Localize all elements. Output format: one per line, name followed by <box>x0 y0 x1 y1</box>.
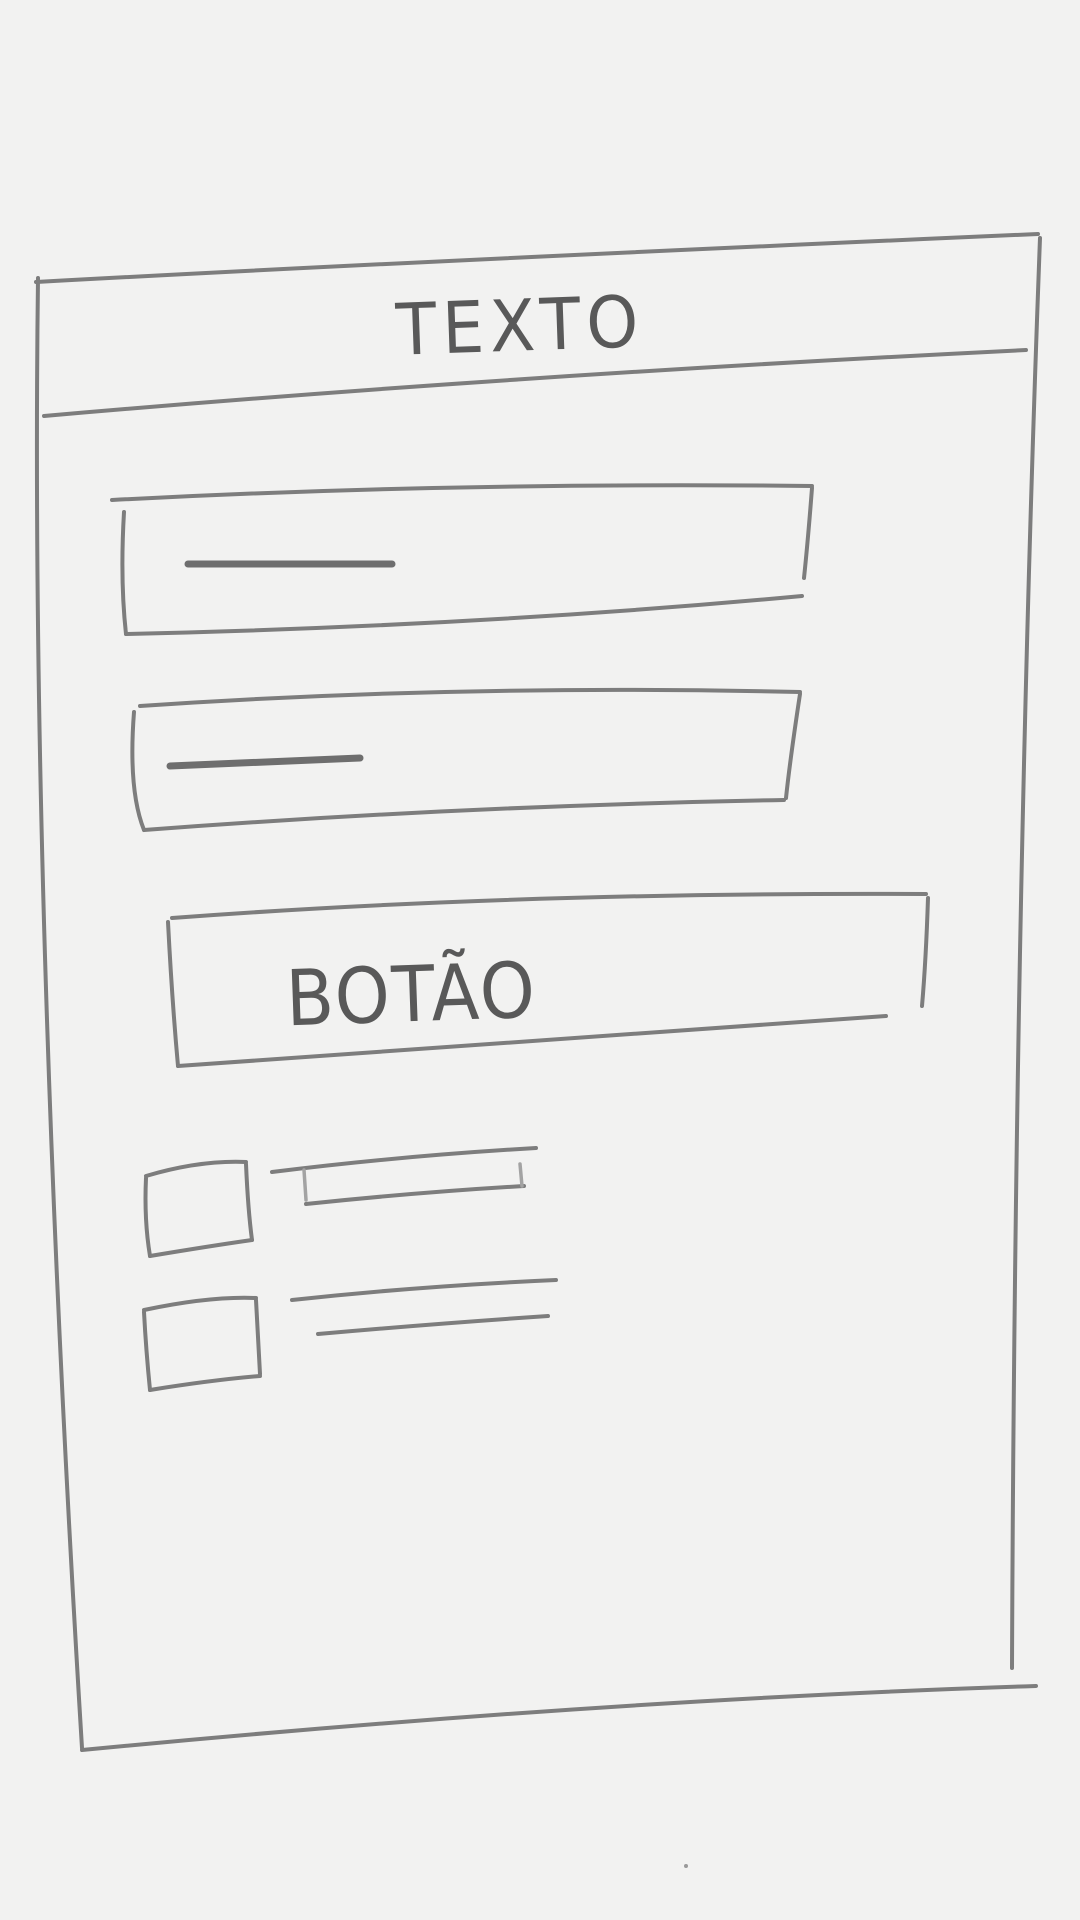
text-input-2[interactable] <box>136 694 798 828</box>
checkbox-1-label <box>272 1146 538 1206</box>
checkbox-2[interactable] <box>144 1298 260 1390</box>
primary-button[interactable] <box>170 896 926 1064</box>
checkbox-2-label <box>292 1278 558 1336</box>
text-input-1[interactable] <box>124 492 812 632</box>
header-title: TEXTO <box>394 280 646 373</box>
pencil-dot <box>684 1864 688 1868</box>
checkbox-1[interactable] <box>146 1162 252 1256</box>
